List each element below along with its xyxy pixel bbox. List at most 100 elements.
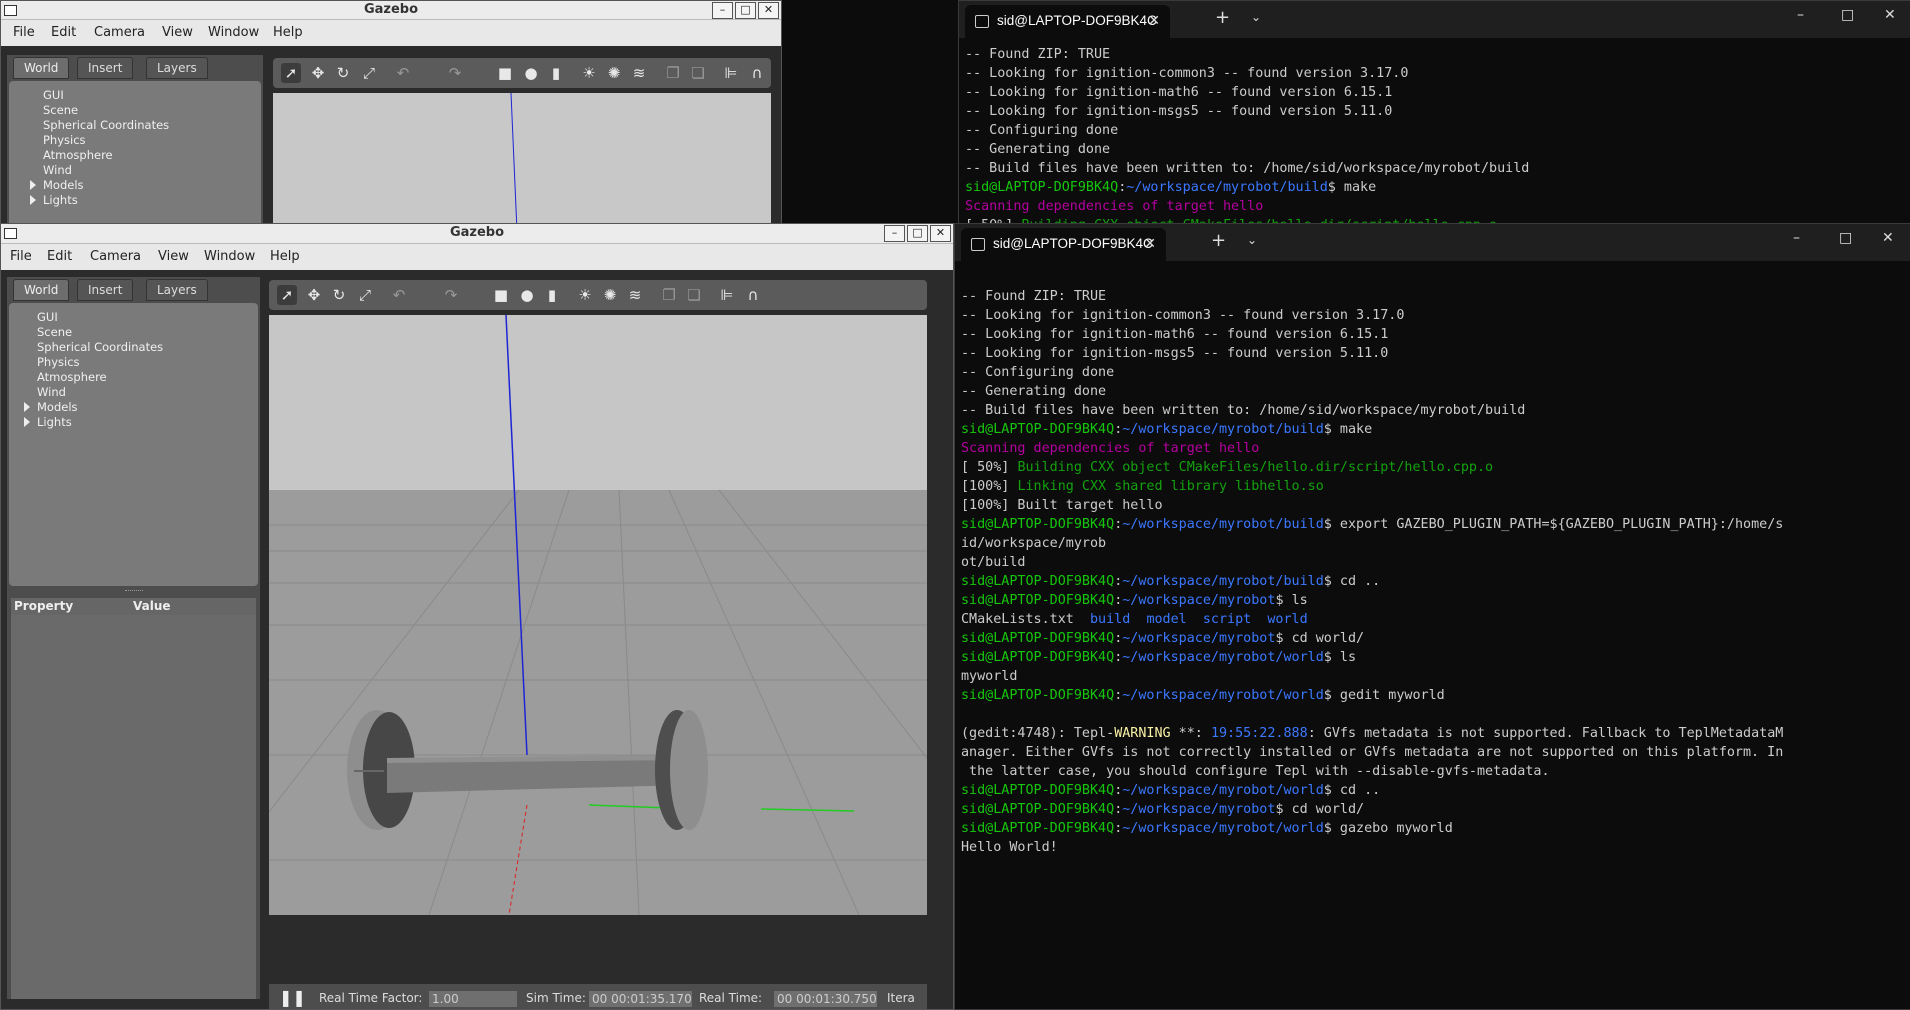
new-tab-icon[interactable]: + bbox=[1215, 7, 1230, 28]
paste-icon[interactable]: ❏ bbox=[688, 63, 708, 83]
align-icon[interactable]: ⊫ bbox=[721, 63, 741, 83]
scene-viewport[interactable] bbox=[269, 315, 927, 915]
menu-edit[interactable]: Edit bbox=[47, 249, 72, 264]
tree-item-models[interactable]: Models bbox=[43, 178, 84, 192]
tree-item-scene[interactable]: Scene bbox=[43, 103, 78, 117]
menu-file[interactable]: File bbox=[13, 25, 35, 40]
title-bar[interactable]: Gazebo – □ ✕ bbox=[1, 1, 781, 20]
box-icon[interactable]: ■ bbox=[491, 285, 511, 305]
tab-layers[interactable]: Layers bbox=[146, 57, 208, 79]
undo-icon[interactable]: ↶ bbox=[389, 285, 409, 305]
menu-edit[interactable]: Edit bbox=[51, 25, 76, 40]
point-light-icon[interactable]: ☀ bbox=[575, 285, 595, 305]
redo-icon[interactable]: ↷ bbox=[441, 285, 461, 305]
maximize-button[interactable]: □ bbox=[907, 225, 928, 242]
tree-item-scene[interactable]: Scene bbox=[37, 325, 72, 339]
point-light-icon[interactable]: ☀ bbox=[579, 63, 599, 83]
rotate-icon[interactable]: ↻ bbox=[329, 285, 349, 305]
tab-insert[interactable]: Insert bbox=[77, 279, 134, 301]
tab-world[interactable]: World bbox=[13, 57, 70, 79]
scale-icon[interactable]: ⤢ bbox=[359, 63, 379, 83]
terminal-tab[interactable]: sid@LAPTOP-DOF9BK4C ✕ bbox=[961, 228, 1166, 261]
tree-item-physics[interactable]: Physics bbox=[37, 355, 80, 369]
new-tab-icon[interactable]: + bbox=[1211, 230, 1226, 251]
copy-icon[interactable]: ❐ bbox=[659, 285, 679, 305]
minimize-button[interactable]: – bbox=[712, 2, 733, 19]
scene-viewport[interactable] bbox=[273, 93, 771, 231]
redo-icon[interactable]: ↷ bbox=[445, 63, 465, 83]
minimize-button[interactable]: – bbox=[884, 225, 905, 242]
tree-item-physics[interactable]: Physics bbox=[43, 133, 86, 147]
spot-light-icon[interactable]: ✺ bbox=[600, 285, 620, 305]
expand-arrow-icon[interactable] bbox=[24, 402, 30, 412]
tree-item-atmosphere[interactable]: Atmosphere bbox=[37, 370, 107, 384]
select-icon[interactable]: ➚ bbox=[277, 285, 297, 305]
cylinder-icon[interactable]: ▮ bbox=[546, 63, 566, 83]
menu-help[interactable]: Help bbox=[270, 249, 300, 264]
menu-window[interactable]: Window bbox=[204, 249, 255, 264]
tree-item-spherical[interactable]: Spherical Coordinates bbox=[43, 118, 169, 132]
translate-icon[interactable]: ✥ bbox=[308, 63, 328, 83]
snap-icon[interactable]: ∩ bbox=[747, 63, 767, 83]
tab-layers[interactable]: Layers bbox=[146, 279, 208, 301]
close-tab-icon[interactable]: ✕ bbox=[1148, 12, 1160, 29]
property-column: Property bbox=[14, 599, 74, 613]
terminal-tab[interactable]: sid@LAPTOP-DOF9BK4C ✕ bbox=[965, 5, 1170, 38]
menu-camera[interactable]: Camera bbox=[90, 249, 141, 264]
pause-icon[interactable]: ❚❚ bbox=[279, 988, 306, 1007]
paste-icon[interactable]: ❏ bbox=[684, 285, 704, 305]
tree-item-gui[interactable]: GUI bbox=[37, 310, 58, 324]
rotate-icon[interactable]: ↻ bbox=[333, 63, 353, 83]
tree-item-spherical[interactable]: Spherical Coordinates bbox=[37, 340, 163, 354]
maximize-button[interactable]: □ bbox=[1841, 7, 1854, 23]
tree-item-wind[interactable]: Wind bbox=[37, 385, 66, 399]
tree-item-models[interactable]: Models bbox=[37, 400, 78, 414]
maximize-button[interactable]: □ bbox=[735, 2, 756, 19]
title-bar[interactable]: Gazebo – □ ✕ bbox=[1, 224, 953, 244]
menu-view[interactable]: View bbox=[162, 25, 193, 40]
menu-file[interactable]: File bbox=[10, 249, 32, 264]
select-icon[interactable]: ➚ bbox=[281, 63, 301, 83]
tab-world[interactable]: World bbox=[13, 279, 70, 301]
maximize-button[interactable]: □ bbox=[1839, 230, 1852, 246]
box-icon[interactable]: ■ bbox=[495, 63, 515, 83]
menu-camera[interactable]: Camera bbox=[94, 25, 145, 40]
minimize-button[interactable]: – bbox=[1797, 7, 1804, 23]
sphere-icon[interactable]: ● bbox=[517, 285, 537, 305]
tree-item-atmosphere[interactable]: Atmosphere bbox=[43, 148, 113, 162]
minimize-button[interactable]: – bbox=[1793, 230, 1800, 246]
align-icon[interactable]: ⊫ bbox=[717, 285, 737, 305]
tree-item-lights[interactable]: Lights bbox=[43, 193, 78, 207]
tree-item-wind[interactable]: Wind bbox=[43, 163, 72, 177]
splitter-handle[interactable] bbox=[125, 590, 143, 593]
cylinder-icon[interactable]: ▮ bbox=[542, 285, 562, 305]
spot-light-icon[interactable]: ✺ bbox=[604, 63, 624, 83]
close-button[interactable]: ✕ bbox=[1882, 230, 1894, 246]
tree-item-gui[interactable]: GUI bbox=[43, 88, 64, 102]
sphere-icon[interactable]: ● bbox=[521, 63, 541, 83]
directional-light-icon[interactable]: ≋ bbox=[629, 63, 649, 83]
translate-icon[interactable]: ✥ bbox=[304, 285, 324, 305]
dropdown-icon[interactable]: ⌄ bbox=[1247, 233, 1257, 247]
directional-light-icon[interactable]: ≋ bbox=[625, 285, 645, 305]
expand-arrow-icon[interactable] bbox=[30, 180, 36, 190]
dropdown-icon[interactable]: ⌄ bbox=[1251, 10, 1261, 24]
undo-icon[interactable]: ↶ bbox=[393, 63, 413, 83]
menu-help[interactable]: Help bbox=[273, 25, 303, 40]
expand-arrow-icon[interactable] bbox=[30, 195, 36, 205]
tab-insert[interactable]: Insert bbox=[77, 57, 134, 79]
copy-icon[interactable]: ❐ bbox=[663, 63, 683, 83]
tree-item-lights[interactable]: Lights bbox=[37, 415, 72, 429]
expand-arrow-icon[interactable] bbox=[24, 417, 30, 427]
menu-view[interactable]: View bbox=[158, 249, 189, 264]
close-tab-icon[interactable]: ✕ bbox=[1144, 235, 1156, 252]
ls-dir: model bbox=[1146, 612, 1187, 627]
menu-window[interactable]: Window bbox=[208, 25, 259, 40]
output-line: -- Looking for ignition-msgs5 -- found v… bbox=[961, 346, 1389, 361]
command: ls bbox=[1291, 593, 1308, 608]
close-button[interactable]: ✕ bbox=[1884, 7, 1896, 23]
scale-icon[interactable]: ⤢ bbox=[355, 285, 375, 305]
close-button[interactable]: ✕ bbox=[930, 225, 951, 242]
close-button[interactable]: ✕ bbox=[758, 2, 779, 19]
snap-icon[interactable]: ∩ bbox=[743, 285, 763, 305]
